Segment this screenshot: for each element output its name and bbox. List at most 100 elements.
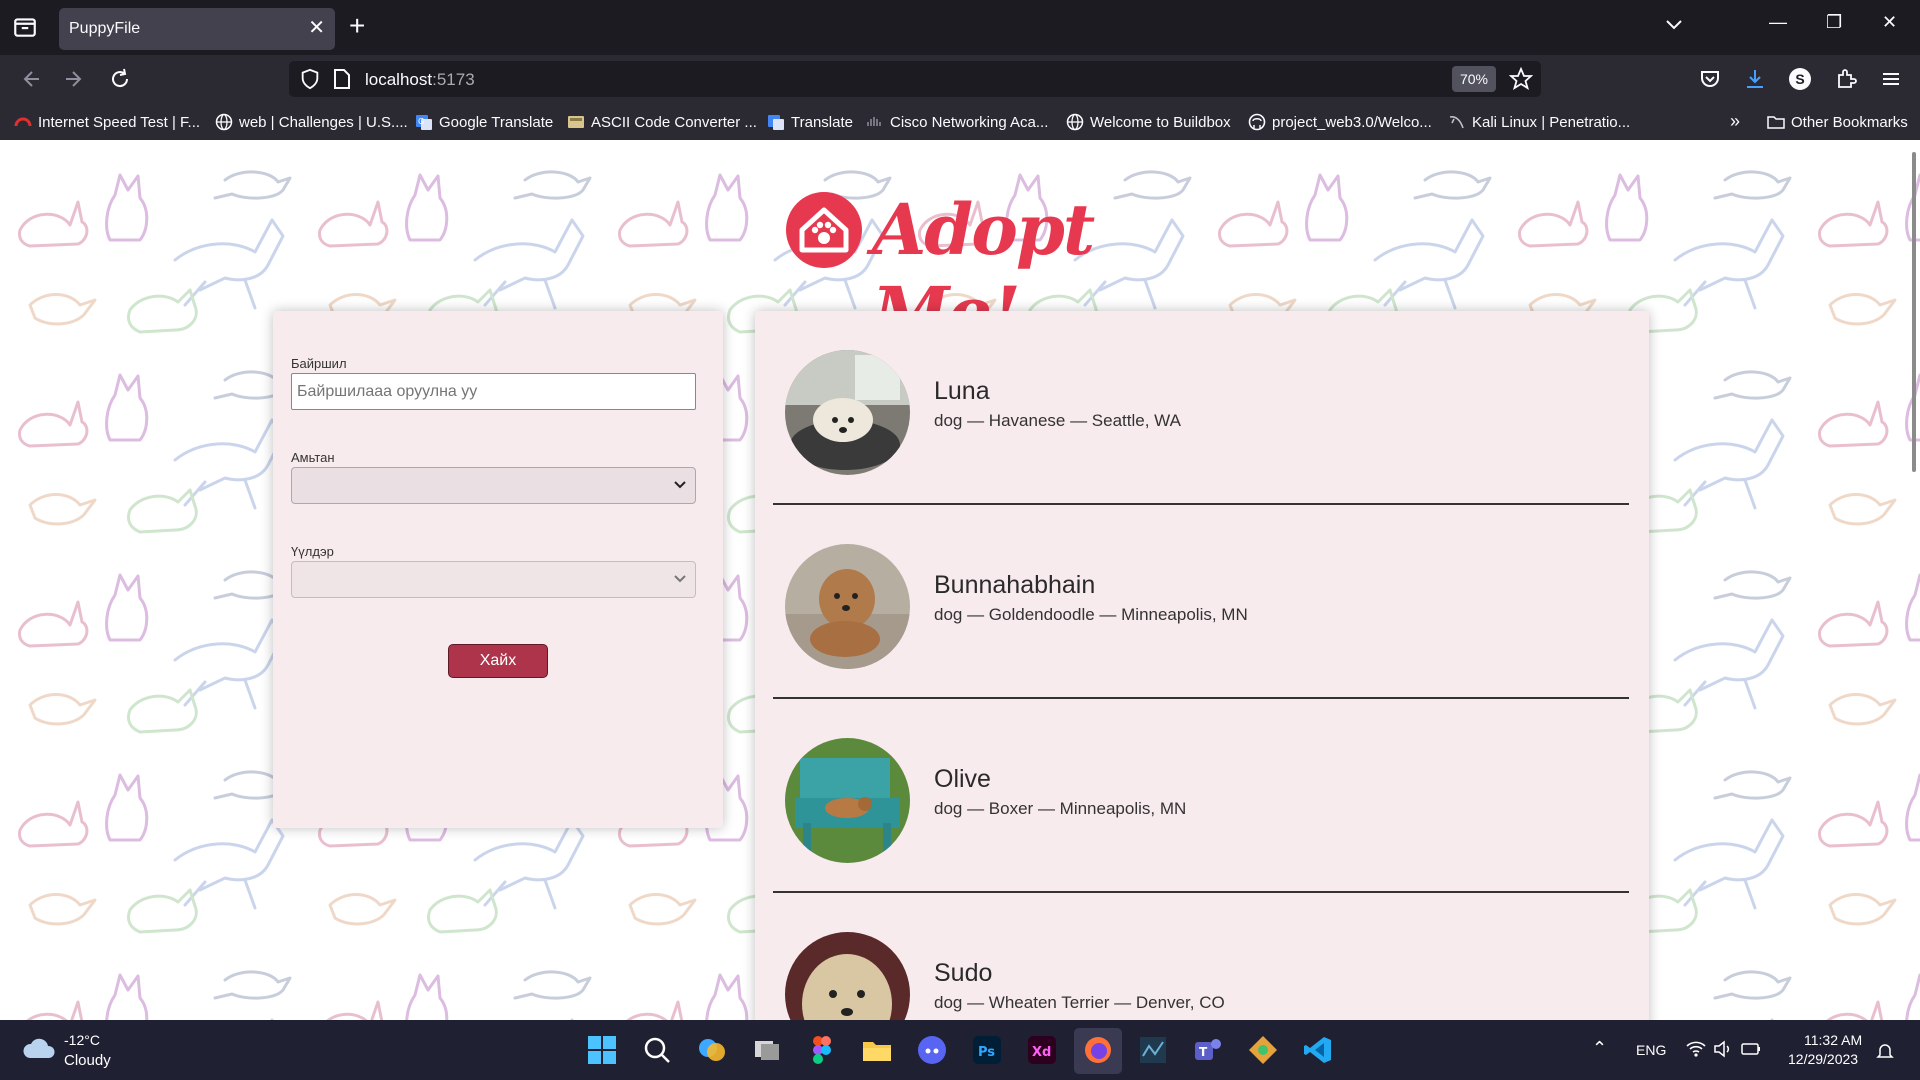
active-tab[interactable]: PuppyFile ✕ bbox=[59, 8, 335, 50]
bookmark-label: project_web3.0/Welco... bbox=[1272, 113, 1432, 131]
pet-card[interactable]: Sudo dog — Wheaten Terrier — Denver, CO bbox=[773, 893, 1629, 1020]
cloud-weather-icon[interactable] bbox=[22, 1036, 56, 1062]
back-icon[interactable] bbox=[18, 67, 42, 91]
bookmark-item[interactable]: Cisco Networking Aca... bbox=[866, 113, 1048, 131]
github-icon bbox=[1248, 113, 1266, 131]
bookmarks-toolbar: Internet Speed Test | F... web | Challen… bbox=[0, 103, 1920, 140]
windows-start-icon[interactable] bbox=[586, 1034, 618, 1066]
bookmark-item[interactable]: project_web3.0/Welco... bbox=[1248, 113, 1432, 131]
forward-icon[interactable] bbox=[63, 67, 87, 91]
discord-icon[interactable] bbox=[916, 1034, 948, 1066]
breed-label: Үүлдэр bbox=[291, 544, 334, 559]
shield-icon[interactable] bbox=[299, 68, 321, 90]
bookmark-label: Other Bookmarks bbox=[1791, 113, 1908, 131]
page-scrollbar[interactable] bbox=[1912, 152, 1916, 472]
url-host: localhost bbox=[365, 70, 433, 89]
mysql-workbench-icon[interactable] bbox=[1137, 1034, 1169, 1066]
tray-overflow-icon[interactable]: ⌃ bbox=[1592, 1038, 1607, 1059]
browser-tab-bar: PuppyFile ✕ + — ❐ ✕ bbox=[0, 0, 1920, 55]
pocket-icon[interactable] bbox=[1698, 67, 1722, 91]
reload-icon[interactable] bbox=[108, 67, 132, 91]
pet-photo bbox=[785, 544, 910, 669]
widgets-icon[interactable] bbox=[696, 1034, 728, 1066]
bookmark-item[interactable]: Translate bbox=[767, 113, 853, 131]
firefox-icon[interactable] bbox=[1082, 1034, 1114, 1066]
windows-taskbar: -12°C Cloudy Ps Xd T ⌃ ENG 11:32 AM 12/2… bbox=[0, 1020, 1920, 1080]
tab-list-icon[interactable] bbox=[12, 14, 38, 40]
pet-card[interactable]: Olive dog — Boxer — Minneapolis, MN bbox=[773, 699, 1629, 893]
other-bookmarks-folder[interactable]: Other Bookmarks bbox=[1767, 113, 1908, 131]
pet-photo bbox=[785, 932, 910, 1020]
extensions-icon[interactable] bbox=[1834, 67, 1858, 91]
location-input[interactable] bbox=[291, 373, 696, 410]
battery-icon[interactable] bbox=[1740, 1040, 1762, 1058]
pet-card[interactable]: Bunnahabhain dog — Goldendoodle — Minnea… bbox=[773, 505, 1629, 699]
pet-name: Sudo bbox=[934, 959, 993, 987]
search-submit-button[interactable]: Хайх bbox=[448, 644, 548, 678]
pet-card[interactable]: Luna dog — Havanese — Seattle, WA bbox=[773, 311, 1629, 505]
teams-icon[interactable]: T bbox=[1192, 1034, 1224, 1066]
figma-icon[interactable] bbox=[806, 1034, 838, 1066]
new-tab-icon[interactable]: + bbox=[349, 10, 365, 42]
bookmark-item[interactable]: Kali Linux | Penetratio... bbox=[1448, 113, 1630, 131]
animal-select[interactable] bbox=[291, 467, 696, 504]
more-bookmarks-icon[interactable]: » bbox=[1730, 111, 1740, 132]
clock-date[interactable]: 12/29/2023 bbox=[1788, 1051, 1858, 1067]
pet-name: Luna bbox=[934, 377, 990, 405]
pet-name: Bunnahabhain bbox=[934, 571, 1096, 599]
page-icon bbox=[334, 69, 350, 89]
pet-photo bbox=[785, 350, 910, 475]
search-form: Байршил Амьтан Үүлдэр Хайх bbox=[273, 311, 723, 828]
bookmark-item[interactable]: web | Challenges | U.S.... bbox=[215, 113, 408, 131]
wifi-icon[interactable] bbox=[1686, 1040, 1706, 1058]
sourcetree-icon[interactable] bbox=[1247, 1034, 1279, 1066]
speedtest-icon bbox=[14, 117, 32, 127]
file-explorer-icon[interactable] bbox=[861, 1034, 893, 1066]
pet-details: dog — Wheaten Terrier — Denver, CO bbox=[934, 993, 1225, 1012]
svg-text:Xd: Xd bbox=[1032, 1045, 1051, 1060]
clock-time[interactable]: 11:32 AM bbox=[1804, 1032, 1862, 1048]
cisco-icon bbox=[867, 117, 881, 126]
bookmark-star-icon[interactable] bbox=[1509, 67, 1533, 91]
minimize-icon[interactable]: — bbox=[1769, 12, 1787, 33]
bookmark-label: Welcome to Buildbox bbox=[1090, 113, 1231, 131]
bookmark-item[interactable]: ASCII Code Converter ... bbox=[567, 113, 757, 131]
adobe-xd-icon[interactable]: Xd bbox=[1026, 1034, 1058, 1066]
input-language[interactable]: ENG bbox=[1636, 1042, 1666, 1058]
bookmark-label: web | Challenges | U.S.... bbox=[239, 113, 408, 131]
svg-text:T: T bbox=[1199, 1045, 1208, 1059]
animal-label: Амьтан bbox=[291, 450, 335, 465]
notification-bell-icon[interactable] bbox=[1876, 1042, 1894, 1060]
bookmark-item[interactable]: Welcome to Buildbox bbox=[1066, 113, 1231, 131]
url-text[interactable]: localhost:5173 bbox=[365, 70, 475, 90]
house-paw-logo-icon bbox=[786, 192, 862, 268]
restore-icon[interactable]: ❐ bbox=[1826, 12, 1842, 33]
bookmark-label: ASCII Code Converter ... bbox=[591, 113, 757, 131]
url-bar[interactable]: localhost:5173 70% bbox=[289, 61, 1541, 97]
svg-text:Ps: Ps bbox=[978, 1045, 995, 1060]
zoom-level-badge[interactable]: 70% bbox=[1452, 66, 1496, 92]
menu-icon[interactable] bbox=[1879, 67, 1903, 91]
breed-select[interactable] bbox=[291, 561, 696, 598]
globe-icon bbox=[215, 113, 233, 131]
search-icon[interactable] bbox=[641, 1034, 673, 1066]
photoshop-icon[interactable]: Ps bbox=[971, 1034, 1003, 1066]
tab-title: PuppyFile bbox=[69, 20, 141, 37]
adopt-me-logo[interactable]: Adopt Me! bbox=[784, 188, 1134, 354]
close-window-icon[interactable]: ✕ bbox=[1882, 12, 1897, 33]
svg-text:G: G bbox=[418, 117, 424, 126]
pet-results-list: Luna dog — Havanese — Seattle, WA Bunnah… bbox=[755, 311, 1649, 1020]
kali-dragon-icon bbox=[1449, 116, 1464, 129]
tab-close-icon[interactable]: ✕ bbox=[308, 17, 325, 39]
task-view-icon[interactable] bbox=[751, 1034, 783, 1066]
bookmark-label: Translate bbox=[791, 113, 853, 131]
downloads-icon[interactable] bbox=[1743, 67, 1767, 91]
volume-icon[interactable] bbox=[1713, 1040, 1733, 1058]
account-avatar[interactable]: S bbox=[1789, 68, 1811, 90]
vscode-icon[interactable] bbox=[1302, 1034, 1334, 1066]
bookmark-item[interactable]: Internet Speed Test | F... bbox=[14, 113, 200, 131]
bookmark-item[interactable]: G Google Translate bbox=[415, 113, 553, 131]
list-all-tabs-icon[interactable] bbox=[1664, 14, 1684, 34]
bookmark-label: Cisco Networking Aca... bbox=[890, 113, 1049, 131]
google-translate-icon: G bbox=[416, 115, 432, 130]
